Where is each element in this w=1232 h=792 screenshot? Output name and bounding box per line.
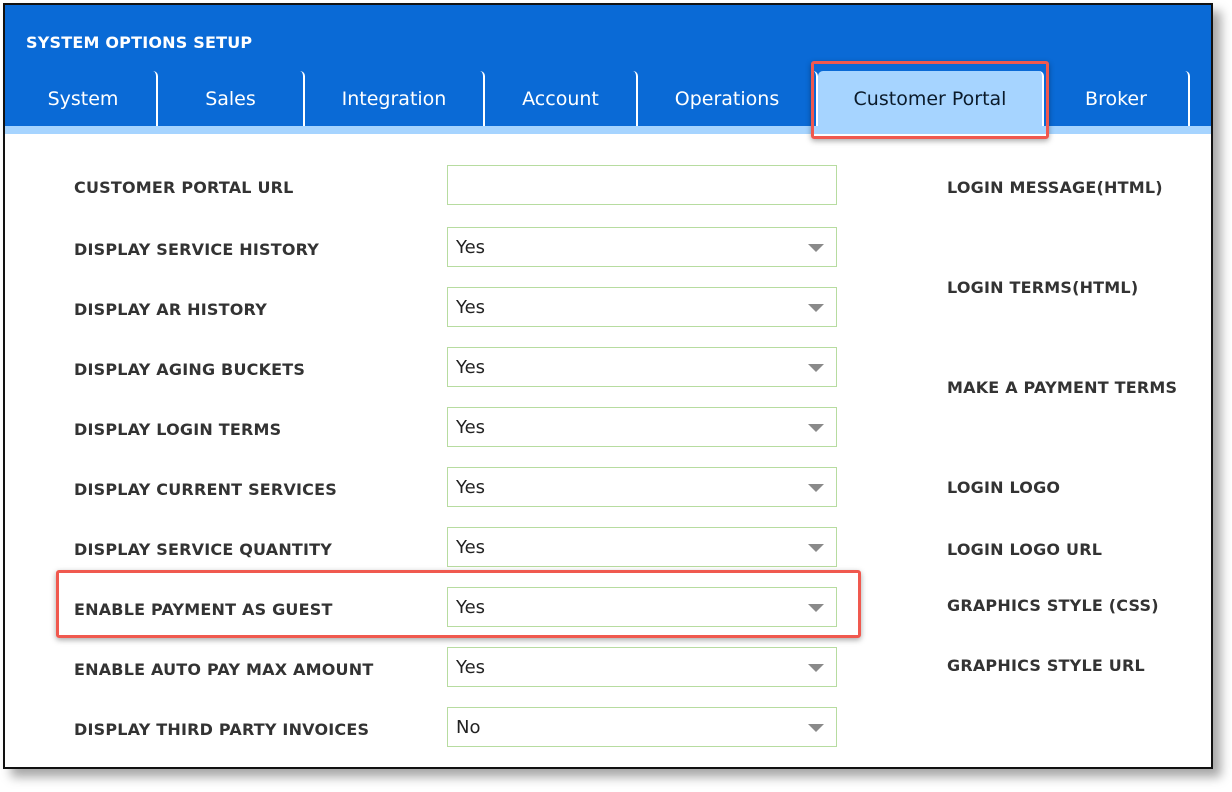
tab-account[interactable]: Account [485,71,638,126]
select-value: Yes [456,537,486,558]
display-service-quantity-select[interactable]: Yes [447,527,837,567]
label-display-service-quantity: DISPLAY SERVICE QUANTITY [74,540,333,559]
label-graphics-style: GRAPHICS STYLE (CSS) [947,596,1159,615]
chevron-down-icon [808,544,824,552]
select-value: No [456,717,481,738]
next-option-select[interactable] [447,767,837,769]
label-display-login-terms: DISPLAY LOGIN TERMS [74,420,282,439]
chevron-down-icon [808,424,824,432]
tab-sales[interactable]: Sales [158,71,305,126]
select-value: Yes [456,657,486,678]
label-display-current-services: DISPLAY CURRENT SERVICES [74,480,337,499]
tab-broker[interactable]: Broker [1044,71,1190,126]
customer-portal-url-field[interactable] [447,165,837,205]
tab-operations[interactable]: Operations [638,71,818,126]
label-login-logo: LOGIN LOGO [947,478,1061,497]
label-display-aging-buckets: DISPLAY AGING BUCKETS [74,360,306,379]
display-third-party-invoices-select[interactable]: No [447,707,837,747]
chevron-down-icon [808,244,824,252]
enable-auto-pay-max-amount-select[interactable]: Yes [447,647,837,687]
display-service-history-select[interactable]: Yes [447,227,837,267]
display-login-terms-select[interactable]: Yes [447,407,837,447]
tab-system[interactable]: System [10,71,158,126]
page-title: SYSTEM OPTIONS SETUP [26,33,253,52]
display-ar-history-select[interactable]: Yes [447,287,837,327]
system-options-window: SYSTEM OPTIONS SETUP System Sales Integr… [3,3,1213,769]
chevron-down-icon [808,664,824,672]
highlight-customer-portal-tab [811,61,1049,139]
highlight-enable-payment-as-guest [56,570,861,638]
select-value: Yes [456,417,486,438]
chevron-down-icon [808,724,824,732]
label-graphics-style-url: GRAPHICS STYLE URL [947,656,1145,675]
label-login-message: LOGIN MESSAGE(HTML) [947,178,1163,197]
select-value: Yes [456,237,486,258]
customer-portal-url-input[interactable] [448,166,836,204]
tab-overflow[interactable] [1190,71,1211,126]
label-enable-auto-pay-max-amount: ENABLE AUTO PAY MAX AMOUNT [74,660,374,679]
label-customer-portal-url: CUSTOMER PORTAL URL [74,178,294,197]
chevron-down-icon [808,484,824,492]
select-value: Yes [456,357,486,378]
select-value: Yes [456,477,486,498]
chevron-down-icon [808,364,824,372]
label-login-logo-url: LOGIN LOGO URL [947,540,1103,559]
label-make-payment-terms: MAKE A PAYMENT TERMS [947,378,1178,397]
tab-integration[interactable]: Integration [305,71,485,126]
label-login-terms: LOGIN TERMS(HTML) [947,278,1139,297]
select-value: Yes [456,297,486,318]
display-aging-buckets-select[interactable]: Yes [447,347,837,387]
label-display-third-party-invoices: DISPLAY THIRD PARTY INVOICES [74,720,370,739]
label-display-ar-history: DISPLAY AR HISTORY [74,300,267,319]
chevron-down-icon [808,304,824,312]
label-display-service-history: DISPLAY SERVICE HISTORY [74,240,320,259]
display-current-services-select[interactable]: Yes [447,467,837,507]
